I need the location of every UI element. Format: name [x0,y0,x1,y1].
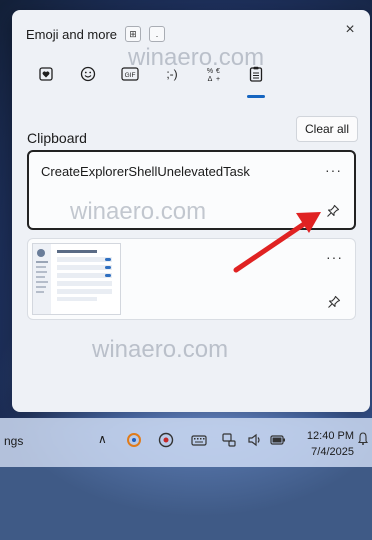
battery-icon[interactable] [270,432,286,448]
sync-icon[interactable] [126,432,142,448]
date-text: 7/4/2025 [311,446,354,458]
notification-bell-icon[interactable] [358,432,368,446]
chevron-up-icon[interactable]: ∧ [98,432,107,446]
time-text: 12:40 PM [306,430,354,442]
annotation-arrow [233,212,321,273]
clock[interactable]: 12:40 PM 7/4/2025 [307,428,354,460]
media-icon[interactable] [158,432,174,448]
taskbar: ngs ∧ 12:40 PM 7/4/2025 [0,418,372,467]
volume-icon[interactable] [247,432,263,448]
keyboard-icon[interactable] [191,432,207,448]
network-icon[interactable] [221,432,237,448]
taskbar-left-text: ngs [4,434,24,448]
